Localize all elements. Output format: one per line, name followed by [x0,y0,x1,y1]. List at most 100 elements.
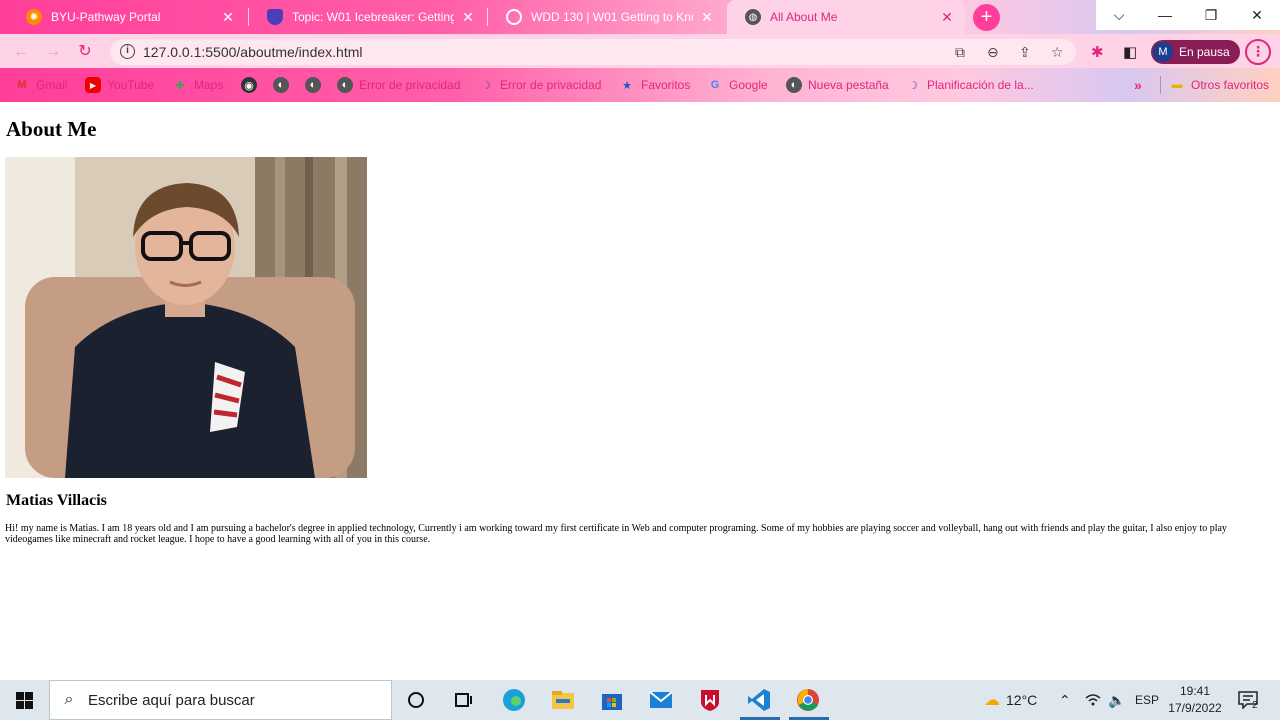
globe-icon: ◐ [786,77,802,93]
bio-paragraph: Hi! my name is Matias. I am 18 years old… [5,523,1227,545]
tab-search-button[interactable]: ⌵ [1096,0,1142,30]
notification-count: 2 [1252,699,1258,711]
bookmark-label: Gmail [36,78,68,92]
globe-icon: ◍ [745,9,761,25]
bookmark-label: Planificación de la... [927,78,1034,92]
bookmark-label: Error de privacidad [500,78,602,92]
forward-arrow-icon[interactable]: → [42,41,64,63]
tab-topic[interactable]: Topic: W01 Icebreaker: Getting to ✕ [249,0,486,34]
url-text[interactable]: 127.0.0.1:5500/aboutme/index.html [143,44,363,60]
task-view-icon[interactable] [452,688,476,712]
moon-icon: ☽ [908,79,918,92]
show-hidden-icons-chevron-icon[interactable]: ⌃ [1059,680,1071,720]
page-title: About Me [6,117,97,141]
profile-photo-illustration [5,157,367,478]
search-placeholder: Escribe aquí para buscar [88,691,255,709]
tab-wdd130[interactable]: WDD 130 | W01 Getting to Know ✕ [488,0,725,34]
bookmark-extension[interactable]: ◉ [241,76,263,94]
tab-title: All About Me [770,10,838,24]
weather-widget[interactable]: ☁ 12°C [984,680,1037,720]
mcafee-shield-icon[interactable] [698,688,722,712]
bookmarks-bar: M Gmail ▶ YouTube ✚ Maps ◉ ◐ ◐ ◐ Error d… [0,68,1280,102]
restore-button[interactable]: ❐ [1188,0,1234,30]
globe-icon [506,9,522,25]
notification-center-icon[interactable]: 2 [1238,680,1258,720]
bookmark-planificacion[interactable]: ☽ Planificación de la... [905,76,1034,94]
extension-icon: ◉ [241,77,257,93]
star-icon: ★ [622,79,632,92]
tab-all-about-me[interactable]: ◍ All About Me ✕ [727,0,965,34]
wifi-icon[interactable] [1085,680,1101,720]
close-icon[interactable]: ✕ [220,9,236,26]
page-content: About Me Matias Villacis Hi! my name is … [0,102,1280,680]
bookmark-maps[interactable]: ✚ Maps [172,76,223,94]
translate-icon[interactable]: ⧉ [955,44,965,61]
back-arrow-icon[interactable]: ← [10,41,32,63]
bookmark-privacy-error-2[interactable]: ☽ Error de privacidad [478,76,601,94]
bookmark-star-icon[interactable]: ☆ [1051,44,1064,61]
browser-chrome: ✺ BYU-Pathway Portal ✕ Topic: W01 Icebre… [0,0,1280,102]
bookmark-label: Nueva pestaña [808,78,889,92]
other-bookmarks-folder[interactable]: ▬ Otros favoritos [1160,76,1269,94]
tab-title: BYU-Pathway Portal [51,10,161,24]
microsoft-store-icon[interactable] [600,688,624,712]
system-clock[interactable]: 19:41 17/9/2022 [1162,683,1228,717]
bookmark-label: Maps [194,78,224,92]
bookmark-nueva-pestana[interactable]: ◐ Nueva pestaña [786,76,889,94]
clock-time: 19:41 [1179,684,1211,698]
globe-icon: ◐ [273,77,289,93]
share-icon[interactable]: ⇪ [1019,44,1031,61]
person-name: Matias Villacis [6,492,107,509]
bookmark-gmail[interactable]: M Gmail [14,76,67,94]
close-icon[interactable]: ✕ [699,9,715,26]
taskbar-search-box[interactable]: ⌕ Escribe aquí para buscar [49,680,392,720]
folder-icon: ▬ [1171,79,1183,91]
search-icon: ⌕ [64,691,74,708]
topic-icon [267,9,283,25]
tab-title: Topic: W01 Icebreaker: Getting to [292,10,454,24]
profile-button[interactable]: M En pausa [1151,40,1240,64]
minimize-button[interactable]: — [1142,0,1188,30]
cortana-icon[interactable] [404,688,428,712]
maps-icon: ✚ [175,79,185,92]
bookmark-globe-1[interactable]: ◐ [273,76,295,94]
close-icon[interactable]: ✕ [939,9,955,26]
volume-icon[interactable]: 🔈 [1108,680,1125,720]
bookmarks-overflow-button[interactable]: » [1134,76,1142,94]
globe-icon: ◐ [337,77,353,93]
browser-menu-icon[interactable]: ⋮ [1245,39,1271,65]
bookmark-label: YouTube [107,78,155,92]
reload-icon[interactable]: ↻ [74,41,96,63]
windows-taskbar: ⌕ Escribe aquí para buscar ☁ 12°C ⌃ 🔈 ES… [0,680,1280,720]
bookmark-privacy-error-1[interactable]: ◐ Error de privacidad [337,76,460,94]
chrome-icon[interactable] [796,688,820,712]
tab-byu-pathway[interactable]: ✺ BYU-Pathway Portal ✕ [8,0,246,34]
extensions-puzzle-icon[interactable]: ✱ [1091,43,1104,61]
youtube-icon: ▶ [85,77,101,93]
mail-icon[interactable] [649,688,673,712]
address-bar[interactable]: i 127.0.0.1:5500/aboutme/index.html ⧉ ⊖ … [110,39,1076,65]
bookmark-favoritos[interactable]: ★ Favoritos [619,76,690,94]
edge-browser-icon[interactable] [502,688,526,712]
bookmark-globe-2[interactable]: ◐ [305,76,327,94]
tab-title: WDD 130 | W01 Getting to Know [531,10,693,24]
globe-icon: ◐ [305,77,321,93]
bookmark-google[interactable]: G Google [707,76,768,94]
gmail-icon: M [17,79,27,91]
tab-strip: ✺ BYU-Pathway Portal ✕ Topic: W01 Icebre… [0,0,1280,34]
google-icon: G [710,79,720,91]
close-window-button[interactable]: ✕ [1234,0,1280,30]
language-indicator[interactable]: ESP [1135,680,1159,720]
vscode-icon[interactable] [747,688,771,712]
zoom-icon[interactable]: ⊖ [987,44,999,61]
file-explorer-icon[interactable] [551,688,575,712]
windows-start-icon[interactable] [12,688,36,712]
bookmark-youtube[interactable]: ▶ YouTube [85,76,154,94]
profile-photo [5,157,367,478]
new-tab-button[interactable]: + [973,4,1000,31]
side-panel-icon[interactable]: ◧ [1123,43,1137,61]
profile-status: En pausa [1179,45,1230,59]
site-info-icon[interactable]: i [120,44,135,59]
avatar: M [1153,42,1173,62]
close-icon[interactable]: ✕ [460,9,476,26]
